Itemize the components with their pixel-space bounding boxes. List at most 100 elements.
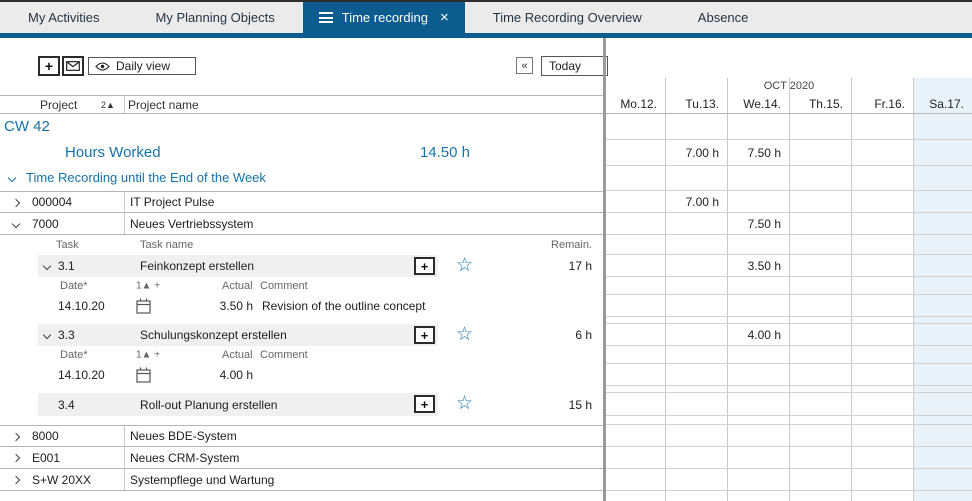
column-header-actual: Actual (222, 280, 253, 292)
hours-cell[interactable] (851, 255, 913, 276)
sort-indicator[interactable]: 2▲ (101, 100, 115, 110)
entry-row[interactable]: 14.10.20 3.50 h Revision of the outline … (0, 295, 604, 317)
plus-icon: + (421, 328, 429, 343)
day-header[interactable]: Sa.17. (913, 95, 972, 113)
calendar-row (606, 114, 972, 140)
mail-button[interactable] (62, 56, 84, 76)
chevron-right-icon[interactable] (12, 199, 20, 207)
hours-cell[interactable] (913, 255, 972, 276)
calendar-icon[interactable] (136, 367, 151, 388)
hours-cell[interactable]: 7.00 h (665, 140, 727, 165)
plus-icon: + (421, 259, 429, 274)
sort-add-indicator[interactable]: 1▲ + (136, 350, 160, 361)
chevron-down-icon[interactable] (8, 174, 16, 182)
pane-splitter[interactable] (603, 38, 606, 501)
hours-cell[interactable] (606, 255, 665, 276)
hours-cell[interactable] (789, 324, 851, 345)
today-button[interactable]: Today (541, 56, 608, 76)
hours-cell[interactable] (789, 213, 851, 234)
tab-my-activities[interactable]: My Activities (0, 2, 128, 33)
hours-cell[interactable] (727, 191, 789, 212)
hours-cell[interactable] (665, 213, 727, 234)
hours-cell[interactable] (606, 140, 665, 165)
tab-absence[interactable]: Absence (670, 2, 777, 33)
calendar-row-project: 7.00 h (606, 191, 972, 213)
tab-time-recording[interactable]: Time recording × (303, 2, 465, 33)
add-entry-button[interactable]: + (414, 257, 435, 275)
tab-my-planning-objects[interactable]: My Planning Objects (128, 2, 303, 33)
hours-cell[interactable]: 4.00 h (727, 324, 789, 345)
hours-cell[interactable] (606, 213, 665, 234)
chevron-right-icon[interactable] (12, 454, 20, 462)
hours-cell[interactable] (913, 213, 972, 234)
day-header[interactable]: Th.15. (789, 95, 851, 113)
chevron-right-icon[interactable] (12, 476, 20, 484)
project-row[interactable]: 000004 IT Project Pulse (0, 191, 604, 213)
task-row[interactable]: 3.1 Feinkonzept erstellen + ☆ 17 h (0, 255, 604, 277)
day-header[interactable]: We.14. (727, 95, 789, 113)
star-icon[interactable]: ☆ (456, 255, 473, 277)
tab-label: My Planning Objects (156, 10, 275, 25)
hours-cell[interactable] (665, 324, 727, 345)
menu-icon[interactable] (319, 10, 333, 26)
entry-header-row: Date* 1▲ + Actual Comment (0, 346, 604, 364)
hours-cell[interactable]: 7.00 h (665, 191, 727, 212)
project-code: 7000 (32, 217, 59, 231)
day-header[interactable]: Mo.12. (606, 95, 665, 113)
hours-cell[interactable] (789, 140, 851, 165)
column-divider (124, 447, 125, 468)
hours-cell[interactable] (913, 324, 972, 345)
project-row[interactable]: E001 Neues CRM-System (0, 447, 604, 469)
calendar-row (606, 416, 972, 425)
remaining-hours: 17 h (502, 259, 592, 273)
add-entry-button[interactable]: + (414, 326, 435, 344)
entry-comment: Revision of the outline concept (262, 299, 425, 313)
tab-time-recording-overview[interactable]: Time Recording Overview (465, 2, 670, 33)
calendar-grid: OCT 2020 Mo.12. Tu.13. We.14. Th.15. Fr.… (606, 38, 972, 501)
today-label: Today (549, 59, 581, 73)
hours-cell[interactable] (913, 191, 972, 212)
sort-add-indicator[interactable]: 1▲ + (136, 281, 160, 292)
hours-cell[interactable]: 3.50 h (727, 255, 789, 276)
calendar-row (606, 364, 972, 386)
hours-cell[interactable] (789, 255, 851, 276)
task-row[interactable]: 3.3 Schulungskonzept erstellen + ☆ 6 h (0, 324, 604, 346)
add-button[interactable]: + (38, 56, 60, 76)
project-row[interactable]: 8000 Neues BDE-System (0, 425, 604, 447)
hours-cell[interactable] (851, 191, 913, 212)
hours-cell[interactable] (851, 213, 913, 234)
add-entry-button[interactable]: + (414, 395, 435, 413)
column-header-task: Task (56, 239, 79, 251)
day-header[interactable]: Tu.13. (665, 95, 727, 113)
day-header[interactable]: Fr.16. (851, 95, 913, 113)
hours-cell[interactable] (789, 191, 851, 212)
project-name: Neues BDE-System (130, 429, 237, 443)
project-row[interactable]: 7000 Neues Vertriebssystem (0, 213, 604, 235)
hours-cell[interactable]: 7.50 h (727, 140, 789, 165)
calendar-row (606, 295, 972, 317)
task-row[interactable]: 3.4 Roll-out Planung erstellen + ☆ 15 h (0, 393, 604, 416)
task-name: Roll-out Planung erstellen (140, 398, 277, 412)
calendar-icon[interactable] (136, 298, 151, 319)
hours-cell[interactable] (913, 140, 972, 165)
calendar-row (606, 235, 972, 255)
hours-cell[interactable]: 7.50 h (727, 213, 789, 234)
hours-cell[interactable] (606, 191, 665, 212)
star-icon[interactable]: ☆ (456, 324, 473, 346)
view-selector[interactable]: Daily view (88, 57, 196, 75)
hours-cell[interactable] (851, 140, 913, 165)
hours-cell[interactable] (851, 324, 913, 345)
project-row[interactable]: S+W 20XX Systempflege und Wartung (0, 469, 604, 491)
entry-row[interactable]: 14.10.20 4.00 h (0, 364, 604, 386)
chevron-down-icon[interactable] (12, 220, 20, 228)
close-icon[interactable]: × (440, 10, 449, 25)
star-icon[interactable]: ☆ (456, 393, 473, 415)
column-header-project-name[interactable]: Project name (128, 98, 199, 112)
previous-week-button[interactable]: « (516, 57, 533, 74)
hours-cell[interactable] (665, 255, 727, 276)
column-header-project[interactable]: Project (40, 98, 77, 112)
project-code: E001 (32, 451, 60, 465)
chevron-right-icon[interactable] (12, 433, 20, 441)
project-name: Systempflege und Wartung (130, 473, 274, 487)
hours-cell[interactable] (606, 324, 665, 345)
